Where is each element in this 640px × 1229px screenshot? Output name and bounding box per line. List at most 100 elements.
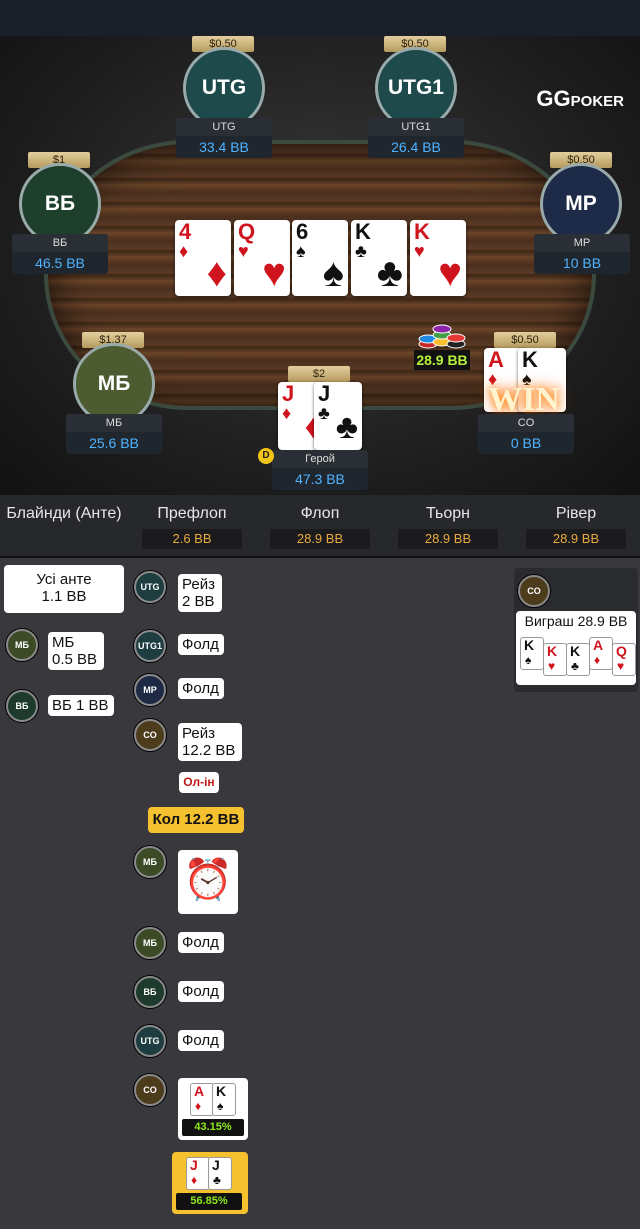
player-plate: ВБ 46.5 BB xyxy=(12,234,108,274)
action-bubble: МБ 0.5 BB xyxy=(48,632,104,670)
card-rank: K xyxy=(570,643,581,659)
column-blinds: Блайнди (Анте) Усі анте 1.1 BB МБ МБ 0.5… xyxy=(0,495,128,1229)
action-bubble: ВБ 1 BB xyxy=(48,695,114,716)
card-suit: ♥ xyxy=(548,659,556,673)
card-rank: J xyxy=(190,1157,198,1173)
call-bubble: Кол 12.2 BB xyxy=(148,807,244,833)
card-rank: Q xyxy=(616,643,627,659)
action-bubble: Фолд xyxy=(178,634,224,655)
action-bubble: Рейз 2 BB xyxy=(178,574,222,612)
player-token: CO xyxy=(134,1074,166,1106)
mini-card: J ♣ xyxy=(208,1157,232,1190)
column-title: Рівер xyxy=(555,505,597,522)
player-stack: 33.4 BB xyxy=(199,139,249,155)
avatar: UTG1 xyxy=(375,47,457,129)
card-suit-big: ♣ xyxy=(335,408,358,446)
player-plate: Герой 47.3 BB xyxy=(272,450,368,490)
card-suit: ♣ xyxy=(318,403,330,423)
card-suit: ♦ xyxy=(191,1173,198,1187)
column-body xyxy=(256,558,384,1229)
player-token: UTG1 xyxy=(134,630,166,662)
card-rank: A xyxy=(593,637,604,653)
card-rank: K xyxy=(524,637,535,653)
hero-card-2: J ♣ ♣ xyxy=(314,382,362,450)
avatar: МБ xyxy=(73,343,155,425)
card-suit-big: ♦ xyxy=(206,251,227,295)
card-suit: ♦ xyxy=(282,403,292,423)
player-plate: МБ 25.6 BB xyxy=(66,414,162,454)
player-token: ВБ xyxy=(6,690,38,722)
ggpoker-logo: GGPOKER xyxy=(536,86,624,111)
column-preflop: Префлоп 2.6 BB UTG Рейз 2 BB UTG1 Фолд M… xyxy=(128,495,256,1229)
equity-badge: 43.15% xyxy=(182,1119,244,1136)
card-suit-big: ♥ xyxy=(438,251,462,295)
bubble-line: 2 BB xyxy=(182,593,215,610)
mini-card: A ♦ xyxy=(190,1083,214,1116)
column-pot: 28.9 BB xyxy=(526,529,626,549)
column-pot: 28.9 BB xyxy=(270,529,370,549)
avatar: MP xyxy=(540,163,622,245)
column-header: Блайнди (Анте) xyxy=(0,495,128,558)
card-suit: ♠ xyxy=(296,241,306,261)
timer-icon: ⏰ xyxy=(178,850,238,914)
hand-history-panel: Блайнди (Анте) Усі анте 1.1 BB МБ МБ 0.5… xyxy=(0,495,640,1229)
card-suit-big: ♣ xyxy=(376,251,403,295)
action-bubble: Фолд xyxy=(178,1030,224,1051)
player-stack: 25.6 BB xyxy=(89,435,139,451)
status-bar xyxy=(0,0,640,36)
avatar: UTG xyxy=(183,47,265,129)
bet-amount: $2 xyxy=(288,366,350,382)
mini-card: K ♥ xyxy=(543,643,567,676)
column-turn: Тьорн 28.9 BB xyxy=(384,495,512,1229)
action-bubble: Фолд xyxy=(178,678,224,699)
avatar: ВБ xyxy=(19,163,101,245)
column-title: Флоп xyxy=(300,505,340,522)
player-plate: UTG 33.4 BB xyxy=(176,118,272,158)
action-bubble: Фолд xyxy=(178,981,224,1002)
card-rank: A xyxy=(194,1083,205,1099)
player-token: MP xyxy=(134,674,166,706)
column-pot: 2.6 BB xyxy=(142,529,242,549)
player-plate: UTG1 26.4 BB xyxy=(368,118,464,158)
player-token: CO xyxy=(134,719,166,751)
board-card-4: K ♣ ♣ xyxy=(351,220,407,296)
card-suit: ♥ xyxy=(238,241,249,261)
mini-card: J ♦ xyxy=(186,1157,210,1190)
player-name: ВБ xyxy=(12,234,108,252)
player-stack: 46.5 BB xyxy=(35,255,85,271)
board-card-3: 6 ♠ ♠ xyxy=(292,220,348,296)
player-stack: 26.4 BB xyxy=(391,139,441,155)
player-stack: 47.3 BB xyxy=(295,471,345,487)
player-name: МБ xyxy=(66,414,162,432)
equity-badge: 56.85% xyxy=(176,1193,242,1210)
board-card-5: K ♥ ♥ xyxy=(410,220,466,296)
card-suit: ♥ xyxy=(617,659,625,673)
mini-card: A ♦ xyxy=(589,637,613,670)
column-title: Тьорн xyxy=(425,505,471,522)
player-token: UTG xyxy=(134,571,166,603)
column-flop: Флоп 28.9 BB xyxy=(256,495,384,1229)
win-text: Виграш 28.9 BB xyxy=(524,613,628,629)
bubble-line: 0.5 BB xyxy=(52,651,98,668)
player-token: UTG xyxy=(134,1025,166,1057)
player-stack: 0 BB xyxy=(510,435,542,451)
card-suit: ♥ xyxy=(414,241,425,261)
card-suit: ♦ xyxy=(195,1099,202,1113)
player-name: MP xyxy=(534,234,630,252)
board-card-2: Q ♥ ♥ xyxy=(234,220,290,296)
card-suit: ♣ xyxy=(571,659,579,673)
card-rank: K xyxy=(216,1083,227,1099)
chip-stack-icon xyxy=(418,324,466,349)
board-card-1: 4 ♦ ♦ xyxy=(175,220,231,296)
column-header: Префлоп 2.6 BB xyxy=(128,495,256,558)
bubble-line: Рейз xyxy=(182,576,215,593)
bubble-line: Усі анте xyxy=(36,571,92,588)
column-header: Рівер 28.9 BB xyxy=(512,495,640,558)
player-token: ВБ xyxy=(134,976,166,1008)
column-title: Блайнди (Анте) xyxy=(6,505,122,522)
bet-amount: $0.50 xyxy=(494,332,556,348)
card-suit: ♣ xyxy=(213,1173,221,1187)
ante-bubble: Усі анте 1.1 BB xyxy=(4,565,124,613)
player-plate: MP 10 BB xyxy=(534,234,630,274)
player-name: Герой xyxy=(272,450,368,468)
